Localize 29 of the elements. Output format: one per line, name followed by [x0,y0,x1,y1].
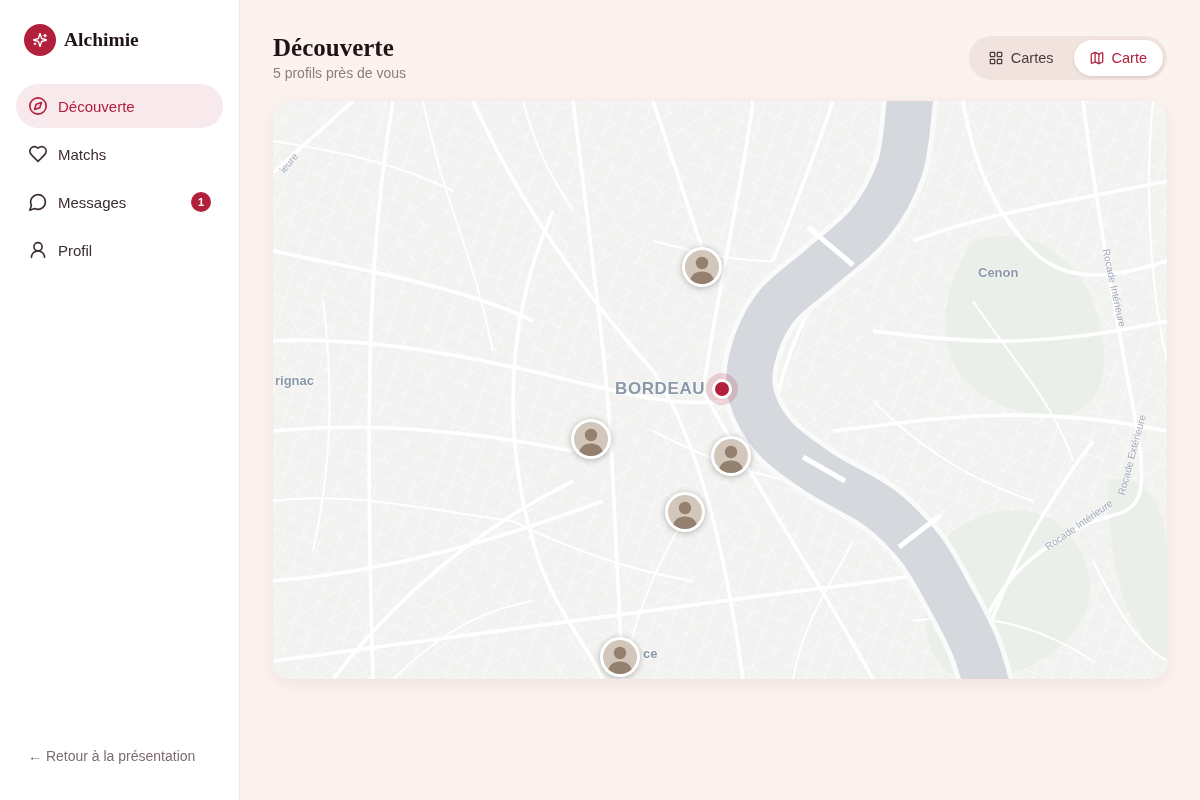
nav-item[interactable]: Matchs [16,132,223,176]
brand-name: Alchimie [64,29,139,51]
view-toggle-button[interactable]: Cartes [972,40,1070,76]
map-road-label: Rocade Intérieure [1100,247,1128,329]
map-place-label: Cenon [978,265,1019,281]
map-icon [1089,51,1104,65]
grid-icon [988,51,1003,65]
map-city-label: BORDEAU [615,379,706,399]
avatar-marker-icon[interactable] [711,436,751,476]
unread-count-badge: 1 [191,192,211,212]
avatar-marker-icon[interactable] [600,637,640,677]
map-place-label: ce [643,646,658,662]
sparkle-logo-icon [24,24,56,56]
chat-bubble-icon [29,193,47,211]
nav-item[interactable]: Découverte [16,84,223,128]
map-place-label: rignac [275,373,314,389]
avatar-marker-icon[interactable] [682,247,722,287]
location-dot-icon [706,373,738,405]
back-link[interactable]: ← Retour à la présentation [16,740,208,772]
view-toggle-button[interactable]: Carte [1073,40,1163,76]
avatar-marker-icon[interactable] [571,419,611,459]
heart-icon [29,145,47,163]
avatar-marker-icon[interactable] [665,492,705,532]
user-icon [29,241,47,259]
page-subtitle: 5 profils près de vous [273,64,407,83]
nav-item[interactable]: Profil [16,228,223,272]
nav-item[interactable]: Messages 1 [16,180,223,224]
compass-icon [29,97,47,115]
page-title: Découverte [273,33,395,63]
